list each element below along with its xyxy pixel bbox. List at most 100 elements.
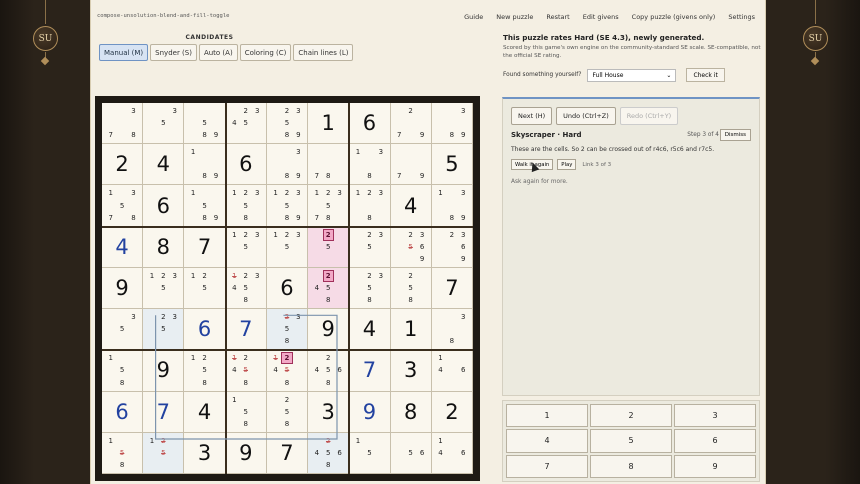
- numpad-key-6[interactable]: 6: [674, 429, 756, 453]
- cell-r6c1[interactable]: 35: [102, 309, 144, 351]
- coloring-button[interactable]: Coloring (C): [239, 44, 292, 61]
- auto-mode-button[interactable]: Auto (A): [198, 44, 238, 61]
- numpad-key-4[interactable]: 4: [506, 429, 588, 453]
- cell-r3c5[interactable]: 1235 89: [266, 185, 309, 227]
- cell-r9c9[interactable]: 1 4 6: [431, 432, 473, 474]
- numpad-key-9[interactable]: 9: [674, 454, 756, 478]
- cell-r6c3[interactable]: 6: [184, 309, 226, 351]
- nav-copy-puzzle[interactable]: Copy puzzle (givens only): [632, 13, 716, 21]
- cell-r2c4[interactable]: 6: [225, 144, 267, 186]
- cell-r7c5[interactable]: 1245 8: [266, 350, 309, 392]
- cell-r2c1[interactable]: 2: [102, 144, 144, 186]
- cell-r1c5[interactable]: 235 89: [266, 103, 309, 145]
- cell-r1c2[interactable]: 35: [143, 103, 185, 145]
- cell-r6c7[interactable]: 4: [349, 309, 391, 351]
- cell-r3c6[interactable]: 123578: [308, 185, 350, 227]
- cell-r7c2[interactable]: 9: [143, 350, 185, 392]
- cell-r5c2[interactable]: 1235: [143, 267, 185, 310]
- cell-r7c9[interactable]: 1 4 6: [431, 350, 473, 392]
- cell-r4c4[interactable]: 1235: [225, 226, 267, 268]
- numpad-key-5[interactable]: 5: [590, 429, 672, 453]
- cell-r1c1[interactable]: 3 7 8: [102, 103, 144, 145]
- cell-r5c6[interactable]: 245 8: [308, 267, 350, 310]
- cell-r4c7[interactable]: 235: [349, 226, 391, 268]
- cell-r7c3[interactable]: 12 5 8: [184, 350, 226, 392]
- technique-select[interactable]: Full House ⌄: [587, 68, 677, 82]
- cell-r3c4[interactable]: 1235 8: [225, 185, 267, 227]
- play-button[interactable]: Play: [557, 159, 577, 170]
- cell-r3c1[interactable]: 1 357 8: [102, 185, 144, 227]
- cell-r3c7[interactable]: 123 8: [349, 185, 391, 227]
- cell-r4c9[interactable]: 23 6 9: [431, 226, 473, 268]
- nav-restart[interactable]: Restart: [546, 13, 569, 21]
- cell-r4c3[interactable]: 7: [184, 226, 226, 268]
- cell-r2c8[interactable]: 79: [390, 144, 432, 186]
- redo-button[interactable]: Redo (Ctrl+Y): [619, 107, 679, 125]
- cell-r6c6[interactable]: 9: [308, 309, 350, 351]
- cell-r7c8[interactable]: 3: [390, 350, 432, 392]
- cell-r1c7[interactable]: 6: [349, 103, 391, 145]
- cell-r4c1[interactable]: 4: [102, 226, 144, 268]
- cell-r6c5[interactable]: 235 8: [266, 309, 309, 351]
- cell-r6c2[interactable]: 235: [143, 309, 185, 351]
- numpad-key-8[interactable]: 8: [590, 454, 672, 478]
- cell-r8c2[interactable]: 7: [143, 391, 185, 433]
- logo-medallion[interactable]: SU: [33, 26, 58, 51]
- cell-r1c3[interactable]: 5 89: [184, 103, 226, 145]
- cell-r7c6[interactable]: 24568: [308, 350, 350, 392]
- cell-r5c9[interactable]: 7: [431, 267, 473, 310]
- undo-button[interactable]: Undo (Ctrl+Z): [556, 107, 616, 125]
- manual-mode-button[interactable]: Manual (M): [99, 44, 149, 61]
- cell-r9c2[interactable]: 12 5: [143, 432, 185, 474]
- cell-r8c4[interactable]: 15 8: [225, 391, 267, 433]
- cell-r4c8[interactable]: 2356 9: [390, 226, 432, 268]
- cell-r2c7[interactable]: 1 3 8: [349, 144, 391, 186]
- cell-r9c1[interactable]: 15 8: [102, 432, 144, 474]
- next-hint-button[interactable]: Next (H): [511, 107, 553, 125]
- cell-r3c3[interactable]: 1589: [184, 185, 226, 227]
- cell-r9c5[interactable]: 7: [266, 432, 309, 474]
- cell-r8c1[interactable]: 6: [102, 391, 144, 433]
- cell-r2c6[interactable]: 78: [308, 144, 350, 186]
- cell-r5c4[interactable]: 123 45 8: [225, 267, 267, 310]
- cell-r7c4[interactable]: 1245 8: [225, 350, 267, 392]
- cell-r9c6[interactable]: 24568: [308, 432, 350, 474]
- nav-guide[interactable]: Guide: [464, 13, 483, 21]
- cell-r7c1[interactable]: 15 8: [102, 350, 144, 392]
- cell-r4c6[interactable]: 25: [308, 226, 350, 268]
- snyder-mode-button[interactable]: Snyder (S): [150, 44, 197, 61]
- nav-new-puzzle[interactable]: New puzzle: [496, 13, 533, 21]
- numpad-key-1[interactable]: 1: [506, 404, 588, 428]
- cell-r3c8[interactable]: 4: [390, 185, 432, 227]
- cell-r2c9[interactable]: 5: [431, 144, 473, 186]
- cell-r3c9[interactable]: 1 3 89: [431, 185, 473, 227]
- cell-r2c5[interactable]: 3 89: [266, 144, 309, 186]
- cell-r6c9[interactable]: 38: [431, 309, 473, 351]
- cell-r8c3[interactable]: 4: [184, 391, 226, 433]
- cell-r4c2[interactable]: 8: [143, 226, 185, 268]
- nav-edit-givens[interactable]: Edit givens: [583, 13, 619, 21]
- nav-settings[interactable]: Settings: [728, 13, 755, 21]
- cell-r6c4[interactable]: 7: [225, 309, 267, 351]
- cell-r3c2[interactable]: 6: [143, 185, 185, 227]
- cell-r8c5[interactable]: 2 5 8: [266, 391, 309, 433]
- cell-r9c8[interactable]: 56: [390, 432, 432, 474]
- cell-r9c4[interactable]: 9: [225, 432, 267, 474]
- cell-r2c2[interactable]: 4: [143, 144, 185, 186]
- cell-r5c7[interactable]: 235 8: [349, 267, 391, 310]
- numpad-key-2[interactable]: 2: [590, 404, 672, 428]
- cell-r7c7[interactable]: 7: [349, 350, 391, 392]
- dismiss-button[interactable]: Dismiss: [719, 129, 751, 141]
- chain-lines-button[interactable]: Chain lines (L): [293, 44, 354, 61]
- cell-r8c9[interactable]: 2: [431, 391, 473, 433]
- cell-r1c6[interactable]: 1: [308, 103, 350, 145]
- cell-r1c9[interactable]: 3 89: [431, 103, 473, 145]
- cell-r1c8[interactable]: 2 7 9: [390, 103, 432, 145]
- cell-r1c4[interactable]: 23 45: [225, 103, 267, 145]
- cell-r4c5[interactable]: 1235: [266, 226, 309, 268]
- cell-r8c6[interactable]: 3: [308, 391, 350, 433]
- cell-r5c1[interactable]: 9: [102, 267, 144, 310]
- numpad-key-7[interactable]: 7: [506, 454, 588, 478]
- numpad-key-3[interactable]: 3: [674, 404, 756, 428]
- cell-r8c7[interactable]: 9: [349, 391, 391, 433]
